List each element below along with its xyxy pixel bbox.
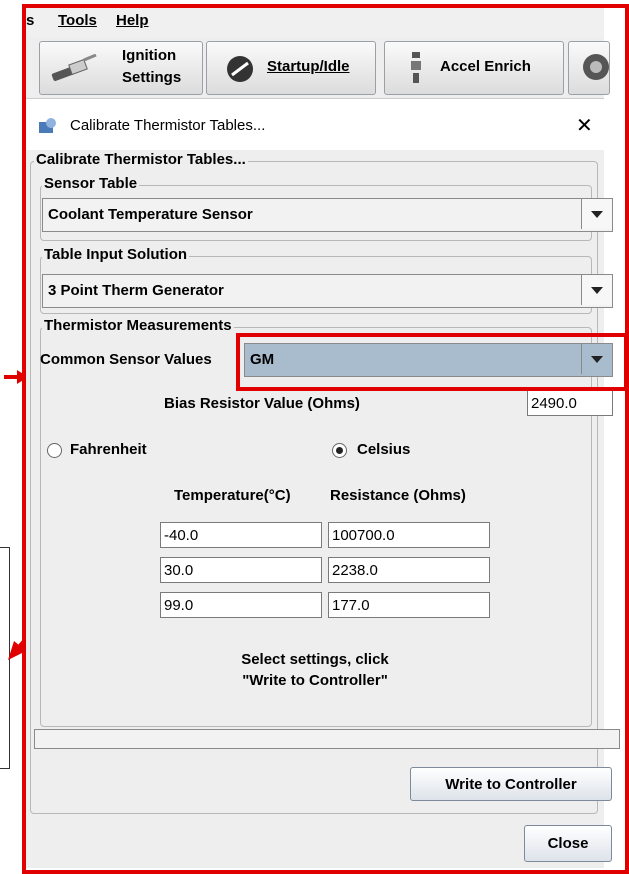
annotation-frame <box>22 4 629 874</box>
annotation-highlight <box>236 333 628 391</box>
